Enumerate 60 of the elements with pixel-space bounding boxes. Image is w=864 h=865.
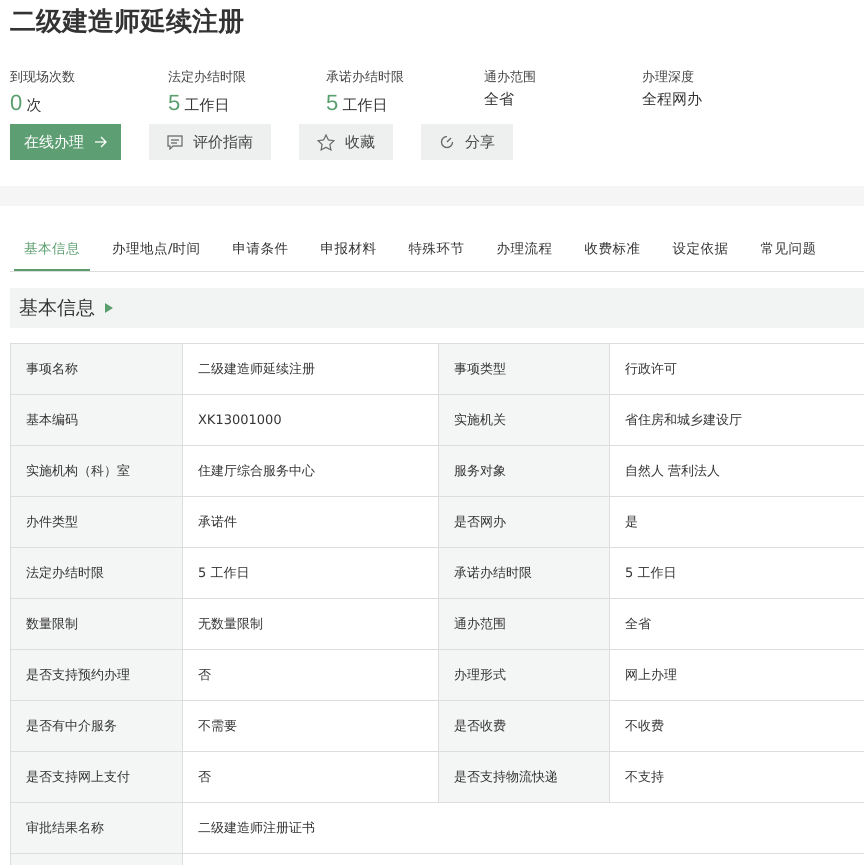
field-label-cell: 是否收费 <box>438 700 610 752</box>
field-value-cell: 否 <box>182 752 438 802</box>
stat-label: 到现场次数 <box>10 69 76 86</box>
field-label-cell: 数量限制 <box>10 598 182 650</box>
field-value-cell: 行政许可 <box>610 344 864 394</box>
field-label-cell: 服务对象 <box>438 446 610 496</box>
tab[interactable]: 办理流程 <box>486 228 563 271</box>
field-label-cell: 办件类型 <box>10 496 182 548</box>
tab[interactable]: 常见问题 <box>750 228 827 271</box>
field-label-cell: 是否支持物流快递 <box>438 752 610 802</box>
action-button[interactable]: 评价指南 <box>149 124 271 160</box>
field-value-cell: 5 工作日 <box>182 548 438 598</box>
field-label-cell: 通办范围 <box>438 598 610 650</box>
stat-number: 5 <box>326 90 338 116</box>
field-label-cell: 法定办结时限 <box>10 548 182 598</box>
tab[interactable]: 特殊环节 <box>398 228 475 271</box>
field-label-cell: 是否网办 <box>438 496 610 548</box>
field-value-cell: 住建厅综合服务中心 <box>182 446 438 496</box>
tab[interactable]: 申请条件 <box>222 228 299 271</box>
field-label-cell: 审批结果名称 <box>10 802 182 854</box>
stat-unit: 工作日 <box>342 96 388 115</box>
field-label-cell: 承诺办结时限 <box>438 548 610 598</box>
stat-label: 承诺办结时限 <box>326 69 405 86</box>
tab[interactable]: 收费标准 <box>574 228 651 271</box>
tab[interactable]: 办理地点/时间 <box>102 228 211 271</box>
field-value-cell: 不需要 <box>182 700 438 752</box>
field-label-cell: 实施机关 <box>438 394 610 446</box>
stat-value: 全省 <box>484 90 514 109</box>
page-title: 二级建造师延续注册 <box>10 6 245 39</box>
field-label-cell: 办理形式 <box>438 650 610 700</box>
star-icon <box>317 134 335 150</box>
section-title: 基本信息 <box>19 296 95 321</box>
field-value-cell: XK13001000 <box>182 394 438 446</box>
field-value-cell: 二级建造师延续注册 <box>182 344 438 394</box>
field-label-cell: 事项名称 <box>10 344 182 394</box>
tab[interactable]: 设定依据 <box>662 228 739 271</box>
stat-unit: 次 <box>26 96 42 115</box>
stat-number: 0 <box>10 90 22 116</box>
stat-value: 全程网办 <box>642 90 702 109</box>
share-icon <box>439 134 455 150</box>
field-label-cell: 基本编码 <box>10 394 182 446</box>
field-value-cell: 承诺件 <box>182 496 438 548</box>
arrow-icon <box>94 136 107 148</box>
stat-number: 5 <box>168 90 180 116</box>
field-label-cell: 是否支持网上支付 <box>10 752 182 802</box>
tab[interactable]: 申报材料 <box>310 228 387 271</box>
field-value-cell: 无数量限制 <box>182 598 438 650</box>
stat-unit: 工作日 <box>184 96 230 115</box>
action-button[interactable]: 分享 <box>421 124 513 160</box>
stat-label: 办理深度 <box>642 69 695 86</box>
field-value-cell: 否 <box>182 650 438 700</box>
stat-label: 法定办结时限 <box>168 69 247 86</box>
field-label-cell: 是否支持预约办理 <box>10 650 182 700</box>
stat-label: 通办范围 <box>484 69 537 86</box>
triangle-icon <box>105 303 113 313</box>
action-button[interactable]: 收藏 <box>299 124 393 160</box>
field-label-cell: 事项类型 <box>438 344 610 394</box>
comment-icon <box>167 134 183 150</box>
field-label-cell: 实施机构（科）室 <box>10 446 182 496</box>
field-label-cell: 是否有中介服务 <box>10 700 182 752</box>
